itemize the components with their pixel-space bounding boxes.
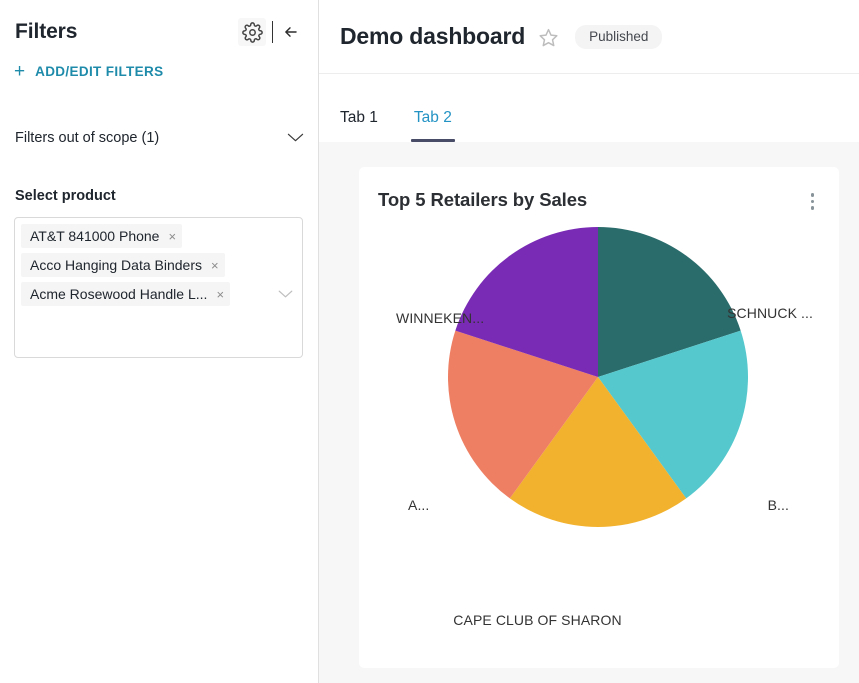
pie-label-cape-club: CAPE CLUB OF SHARON	[453, 611, 622, 628]
remove-tag-icon[interactable]: ×	[211, 259, 219, 272]
chevron-down-icon-glyph	[287, 133, 304, 141]
gear-icon-glyph	[241, 21, 263, 43]
page-title: Demo dashboard	[340, 23, 526, 49]
dashboard-header: Demo dashboard Published	[319, 0, 859, 74]
chevron-down-icon-glyph	[278, 290, 293, 298]
remove-tag-icon[interactable]: ×	[216, 288, 224, 301]
chevron-down-icon[interactable]	[287, 131, 304, 146]
select-product-label: Select product	[15, 188, 116, 204]
status-badge[interactable]: Published	[575, 24, 663, 49]
add-edit-filters-button[interactable]: + ADD/EDIT FILTERS	[0, 50, 318, 81]
star-outline-icon[interactable]	[538, 27, 559, 48]
selected-tag[interactable]: Acco Hanging Data Binders ×	[21, 253, 225, 277]
filters-panel-title: Filters	[15, 20, 78, 43]
gear-icon[interactable]	[238, 18, 266, 46]
chart-title: Top 5 Retailers by Sales	[378, 189, 588, 210]
pie-label-b: B...	[767, 496, 789, 513]
remove-tag-icon[interactable]: ×	[168, 230, 176, 243]
filters-sidebar: Filters + ADD/EDIT FILTERS Filters out o…	[0, 0, 319, 683]
dashboard-canvas: Top 5 Retailers by Sales WINNEKEN... SCH…	[319, 142, 859, 683]
pie-chart: WINNEKEN... SCHNUCK ... A... B... CAPE C…	[378, 222, 817, 628]
chart-card-header: Top 5 Retailers by Sales	[378, 189, 817, 214]
dashboard-app: Filters + ADD/EDIT FILTERS Filters out o…	[0, 0, 859, 683]
pie-chart-svg[interactable]	[443, 222, 753, 532]
selected-tag-label: Acco Hanging Data Binders	[30, 257, 202, 273]
filters-out-of-scope-toggle[interactable]: Filters out of scope (1)	[0, 130, 318, 146]
filters-out-of-scope-label: Filters out of scope (1)	[15, 130, 160, 146]
select-product-input[interactable]: AT&T 841000 Phone × Acco Hanging Data Bi…	[14, 217, 303, 358]
pie-label-a: A...	[408, 496, 430, 513]
pie-label-winneken: WINNEKEN...	[396, 309, 485, 326]
selected-tag[interactable]: Acme Rosewood Handle L... ×	[21, 282, 231, 306]
star-outline-icon-glyph	[539, 28, 558, 47]
pie-label-schnuck: SCHNUCK ...	[727, 304, 813, 321]
dashboard-main: Demo dashboard Published Tab 1 Tab 2 Top…	[319, 0, 859, 683]
kebab-menu-icon[interactable]	[808, 189, 818, 214]
header-divider	[272, 21, 273, 43]
selected-tag-label: AT&T 841000 Phone	[30, 228, 160, 244]
selected-tag[interactable]: AT&T 841000 Phone ×	[21, 224, 183, 248]
filters-header: Filters	[0, 0, 318, 50]
tab-2[interactable]: Tab 2	[410, 109, 455, 143]
kebab-dot	[810, 199, 814, 203]
plus-icon: +	[14, 61, 26, 82]
add-edit-filters-label: ADD/EDIT FILTERS	[35, 64, 164, 79]
selected-tag-label: Acme Rosewood Handle L...	[30, 286, 208, 302]
chart-card: Top 5 Retailers by Sales WINNEKEN... SCH…	[359, 167, 839, 668]
select-dropdown-chevron-down-icon[interactable]	[278, 288, 293, 301]
kebab-dot	[810, 206, 814, 210]
kebab-dot	[810, 193, 814, 197]
collapse-left-icon[interactable]	[276, 18, 304, 46]
tab-1[interactable]: Tab 1	[340, 109, 378, 143]
collapse-left-icon-glyph	[285, 27, 297, 37]
dashboard-tabs: Tab 1 Tab 2	[319, 74, 859, 142]
